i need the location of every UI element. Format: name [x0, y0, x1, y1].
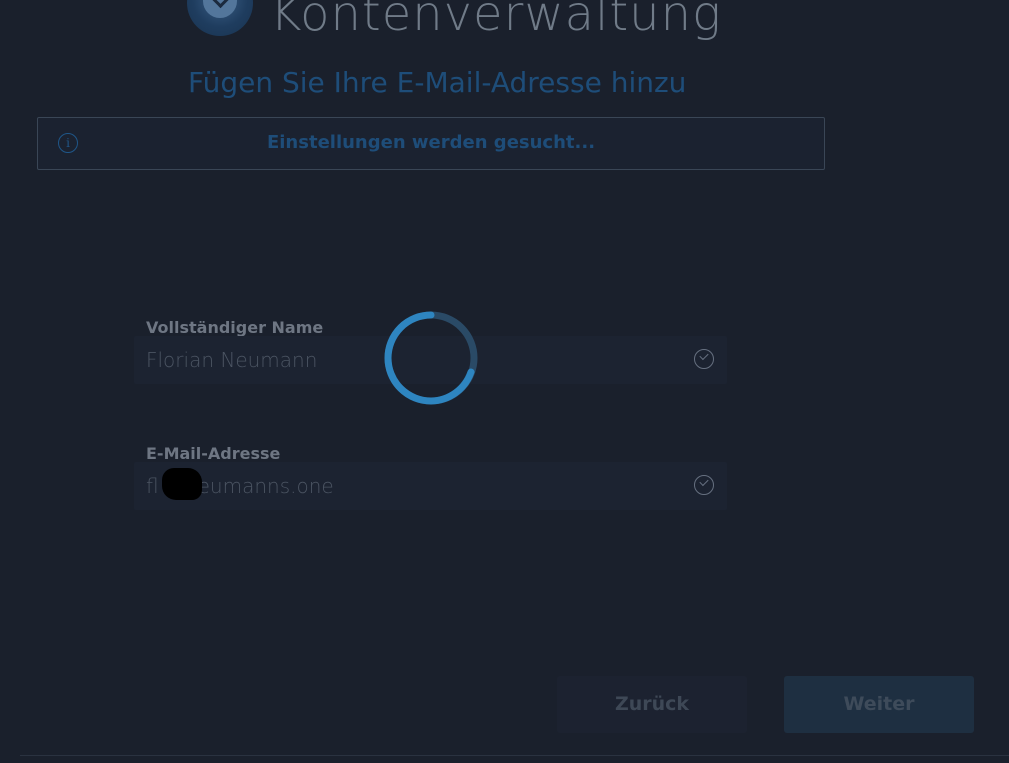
footer-divider	[20, 755, 1009, 756]
app-logo-icon	[187, 0, 253, 36]
account-setup-page: Kontenverwaltung Fügen Sie Ihre E-Mail-A…	[0, 0, 1009, 763]
status-banner: i Einstellungen werden gesucht...	[37, 117, 825, 170]
next-button[interactable]: Weiter	[784, 676, 974, 733]
check-circle-icon	[694, 475, 714, 495]
email-field[interactable]: fl @neumanns.one	[134, 462, 727, 510]
full-name-value: Florian Neumann	[146, 348, 318, 372]
email-label: E-Mail-Adresse	[146, 444, 281, 463]
page-subtitle: Fügen Sie Ihre E-Mail-Adresse hinzu	[188, 66, 687, 99]
full-name-label: Vollständiger Name	[146, 318, 324, 337]
loading-spinner-icon	[384, 311, 478, 405]
redaction-mark	[162, 468, 202, 500]
status-banner-text: Einstellungen werden gesucht...	[266, 132, 596, 153]
check-circle-icon	[694, 349, 714, 369]
back-button[interactable]: Zurück	[557, 676, 747, 733]
app-title: Kontenverwaltung	[270, 0, 722, 42]
